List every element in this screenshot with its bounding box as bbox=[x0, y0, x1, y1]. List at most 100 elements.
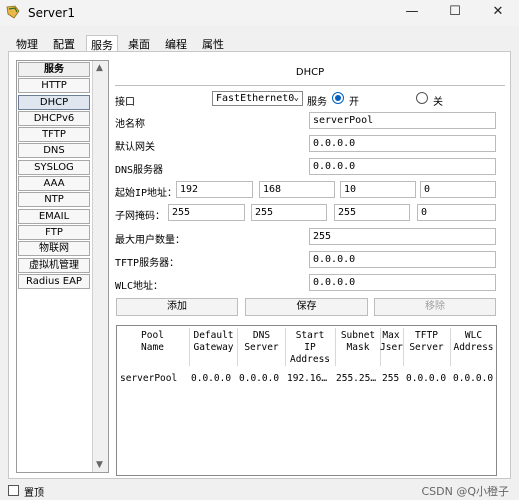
title-bar: Server1 — ☐ ✕ bbox=[0, 0, 519, 26]
start-ip-octet-3[interactable]: 10 bbox=[340, 181, 416, 198]
col-header-pool-name[interactable]: Pool Name bbox=[119, 330, 186, 354]
cell-dns-server: 0.0.0.0 bbox=[239, 373, 280, 384]
sidebar-item-vm-management[interactable]: 虚拟机管理 bbox=[18, 257, 90, 273]
col-header-tftp-server[interactable]: TFTP Server bbox=[404, 330, 449, 354]
interface-select[interactable]: FastEthernet0 ⌄ bbox=[212, 91, 303, 106]
service-list: 服务 HTTP DHCP DHCPv6 TFTP DNS SYSLOG AAA … bbox=[18, 62, 90, 290]
mask-octet-1[interactable]: 255 bbox=[168, 204, 245, 221]
bottom-bar: 置顶 CSDN @Q小橙子 bbox=[0, 480, 519, 500]
header-line: Address bbox=[289, 354, 331, 365]
gateway-field[interactable]: 0.0.0.0 bbox=[309, 135, 496, 152]
header-line: Gateway bbox=[193, 342, 234, 353]
max-users-label: 最大用户数量： bbox=[115, 235, 185, 246]
service-label: 服务 bbox=[307, 97, 327, 108]
subnet-mask-label: 子网掩码： bbox=[115, 211, 165, 222]
service-sidebar: 服务 HTTP DHCP DHCPv6 TFTP DNS SYSLOG AAA … bbox=[16, 60, 109, 473]
tab-config[interactable]: 配置 bbox=[49, 35, 79, 52]
remove-button[interactable]: 移除 bbox=[374, 298, 496, 316]
services-panel: 服务 HTTP DHCP DHCPv6 TFTP DNS SYSLOG AAA … bbox=[8, 51, 511, 479]
mask-octet-3[interactable]: 255 bbox=[334, 204, 410, 221]
dns-label: DNS服务器 bbox=[115, 165, 164, 176]
service-off-radio[interactable] bbox=[416, 92, 428, 104]
sidebar-item-radius-eap[interactable]: Radius EAP bbox=[18, 273, 90, 289]
tab-bar: 物理 配置 服务 桌面 编程 属性 bbox=[0, 30, 519, 54]
cell-tftp-server: 0.0.0.0 bbox=[406, 373, 447, 384]
minimize-button[interactable]: — bbox=[392, 0, 432, 26]
header-line: Mask bbox=[346, 342, 370, 353]
scroll-down-icon[interactable]: ▼ bbox=[96, 460, 103, 470]
start-ip-octet-1[interactable]: 192 bbox=[176, 181, 253, 198]
sidebar-item-dhcpv6[interactable]: DHCPv6 bbox=[18, 110, 90, 126]
sidebar-item-ntp[interactable]: NTP bbox=[18, 192, 90, 208]
mask-octet-2[interactable]: 255 bbox=[251, 204, 327, 221]
scroll-up-icon[interactable]: ▲ bbox=[96, 63, 103, 73]
col-header-default-gateway[interactable]: Default Gateway bbox=[190, 330, 237, 354]
dns-field[interactable]: 0.0.0.0 bbox=[309, 158, 496, 175]
cell-max-user: 255 bbox=[382, 373, 400, 384]
service-on-radio[interactable] bbox=[332, 92, 344, 104]
always-on-top-checkbox[interactable] bbox=[8, 485, 19, 496]
header-line: Pool bbox=[141, 330, 164, 341]
sidebar-item-aaa[interactable]: AAA bbox=[18, 176, 90, 192]
cell-pool-name: serverPool bbox=[120, 373, 178, 384]
save-button[interactable]: 保存 bbox=[245, 298, 368, 316]
sidebar-item-tftp[interactable]: TFTP bbox=[18, 127, 90, 143]
sidebar-item-iot[interactable]: 物联网 bbox=[18, 241, 90, 257]
interface-value: FastEthernet0 bbox=[216, 93, 295, 104]
wlc-address-field[interactable]: 0.0.0.0 bbox=[309, 274, 496, 291]
tab-programming[interactable]: 编程 bbox=[161, 35, 191, 52]
sidebar-item-dhcp[interactable]: DHCP bbox=[18, 94, 90, 110]
header-line: Subnet bbox=[340, 330, 376, 341]
header-line: Address bbox=[453, 342, 494, 353]
header-line: TFTP bbox=[415, 330, 438, 341]
sidebar-item-email[interactable]: EMAIL bbox=[18, 208, 90, 224]
tftp-server-field[interactable]: 0.0.0.0 bbox=[309, 251, 496, 268]
start-ip-label: 起始IP地址： bbox=[115, 188, 178, 199]
header-line: Start bbox=[295, 330, 325, 341]
sidebar-item-ftp[interactable]: FTP bbox=[18, 224, 90, 240]
close-button[interactable]: ✕ bbox=[478, 0, 518, 26]
sidebar-item-syslog[interactable]: SYSLOG bbox=[18, 159, 90, 175]
sidebar-item-http[interactable]: HTTP bbox=[18, 78, 90, 94]
wlc-address-label: WLC地址： bbox=[115, 281, 164, 292]
add-button[interactable]: 添加 bbox=[116, 298, 238, 316]
col-header-wlc-address[interactable]: WLC Address bbox=[451, 330, 496, 354]
tab-physical[interactable]: 物理 bbox=[12, 35, 42, 52]
start-ip-octet-2[interactable]: 168 bbox=[259, 181, 335, 198]
header-line: Max bbox=[382, 330, 400, 341]
start-ip-octet-4[interactable]: 0 bbox=[420, 181, 496, 198]
tab-desktop[interactable]: 桌面 bbox=[124, 35, 154, 52]
sidebar-header: 服务 bbox=[18, 62, 90, 77]
max-users-field[interactable]: 255 bbox=[309, 228, 496, 245]
tab-attributes[interactable]: 属性 bbox=[198, 35, 228, 52]
col-header-dns-server[interactable]: DNS Server bbox=[238, 330, 285, 354]
sidebar-scrollbar[interactable]: ▲ ▼ bbox=[92, 61, 108, 472]
header-line: Default bbox=[193, 330, 234, 341]
pool-table: Pool Name Default Gateway DNS Server Start I… bbox=[116, 325, 497, 476]
mask-octet-4[interactable]: 0 bbox=[417, 204, 496, 221]
service-off-label: 关 bbox=[433, 97, 443, 108]
pool-name-label: 池名称 bbox=[115, 119, 145, 130]
header-line: Jser bbox=[380, 342, 403, 353]
header-line: WLC bbox=[464, 330, 483, 341]
col-header-max-user[interactable]: Max Jser bbox=[380, 330, 403, 354]
cell-start-ip: 192.16… bbox=[287, 373, 328, 384]
cell-default-gateway: 0.0.0.0 bbox=[191, 373, 232, 384]
interface-label: 接口 bbox=[115, 97, 135, 108]
maximize-button[interactable]: ☐ bbox=[435, 0, 475, 26]
tab-services[interactable]: 服务 bbox=[86, 35, 118, 54]
dhcp-title: DHCP bbox=[295, 67, 325, 78]
always-on-top-label: 置顶 bbox=[24, 488, 44, 499]
header-line: Server bbox=[409, 342, 444, 353]
header-line: Name bbox=[141, 342, 164, 353]
header-line: DNS bbox=[252, 330, 271, 341]
col-header-subnet-mask[interactable]: Subnet Mask bbox=[336, 330, 380, 354]
cell-subnet-mask: 255.25… bbox=[336, 373, 377, 384]
header-line: Server bbox=[244, 342, 279, 353]
title-divider bbox=[115, 85, 505, 86]
window-title: Server1 bbox=[28, 6, 75, 20]
sidebar-item-dns[interactable]: DNS bbox=[18, 143, 90, 159]
pool-name-field[interactable]: serverPool bbox=[309, 112, 496, 129]
cell-wlc-address: 0.0.0.0 bbox=[453, 373, 494, 384]
col-header-start-ip[interactable]: Start IP Address bbox=[286, 330, 334, 366]
